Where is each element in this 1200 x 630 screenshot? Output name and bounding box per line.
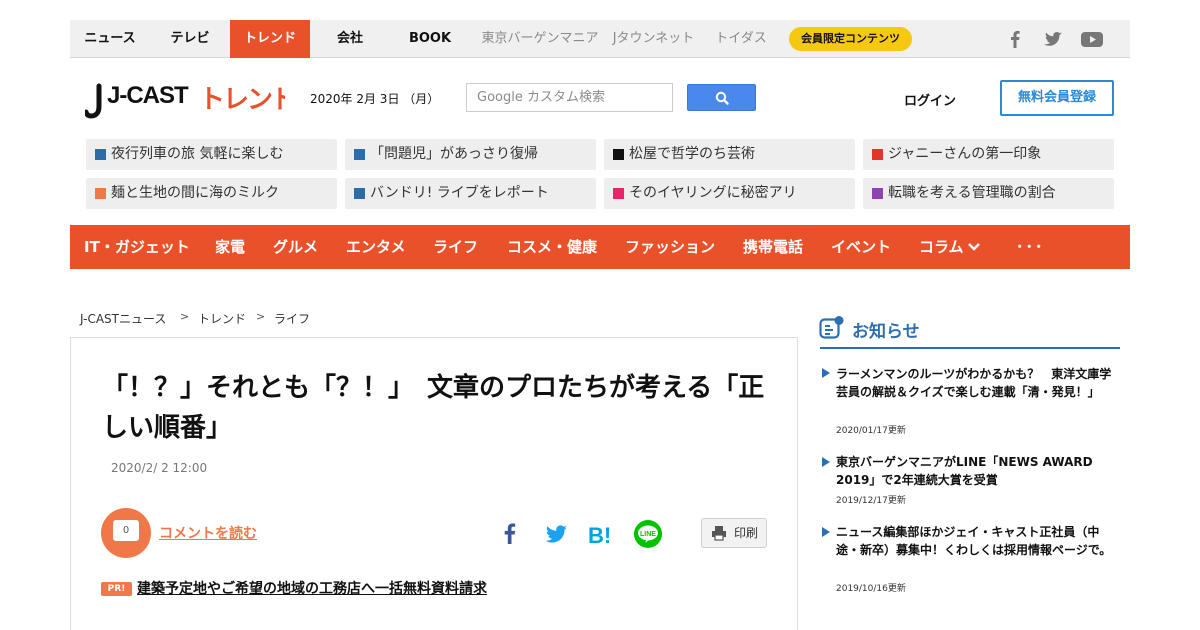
search-button[interactable] [687,84,756,111]
cat-life[interactable]: ライフ [433,225,478,269]
topic-label: バンドリ! ライブをレポート [370,185,549,201]
topic-marker [95,149,106,160]
topic-marker [354,149,365,160]
topic-tile[interactable]: 麺と生地の間に海のミルク [86,178,337,209]
line-share-icon[interactable]: LINE [633,519,663,549]
nav-jtown[interactable]: Jタウンネット [606,20,701,58]
topic-label: 麺と生地の間に海のミルク [111,185,279,201]
printer-icon [712,526,726,541]
comment-link[interactable]: コメントを読む [159,523,257,543]
nav-company[interactable]: 会社 [310,20,390,58]
nav-book[interactable]: BOOK [390,20,470,58]
cat-column[interactable]: コラム [919,225,964,269]
breadcrumb-item[interactable]: J-CASTニュース [80,310,166,327]
nav-news[interactable]: ニュース [70,20,150,58]
breadcrumb-item[interactable]: トレンド [198,310,246,327]
breadcrumb-separator: > [180,310,190,323]
topic-marker [872,149,883,160]
topic-tile[interactable]: そのイヤリングに秘密アリ [604,178,855,209]
nav-bargain[interactable]: 東京バーゲンマニア [475,20,605,58]
member-contents-button[interactable]: 会員限定コンテンツ [789,27,912,51]
login-link[interactable]: ログイン [904,90,956,109]
topic-tile[interactable]: 松屋で哲学のち芸術 [604,139,855,170]
print-button[interactable]: 印刷 [701,518,767,548]
search-input[interactable]: Google カスタム検索 [466,83,673,112]
arrow-right-icon [822,368,830,378]
notice-item-link[interactable]: 東京バーゲンマニアがLINE「NEWS AWARD 2019」で2年連続大賞を受… [836,453,1116,489]
facebook-share-icon[interactable] [495,519,525,549]
notice-item-date: 2019/12/17更新 [836,496,906,506]
topic-label: 転職を考える管理職の割合 [888,185,1056,201]
notice-item-date: 2019/10/16更新 [836,584,906,594]
search-icon [715,91,729,105]
notice-item-date: 2020/01/17更新 [836,426,906,436]
twitter-icon[interactable] [1042,28,1064,50]
topic-marker [613,188,624,199]
notice-item-link[interactable]: ラーメンマンのルーツがわかるかも？ 東洋文庫学芸員の解説＆クイズで楽しむ連載「清… [836,365,1116,401]
arrow-right-icon [822,527,830,537]
topic-tile[interactable]: ジャニーさんの第一印象 [863,139,1114,170]
more-menu-button[interactable]: ･･･ [1016,225,1045,269]
topic-marker [354,188,365,199]
hatena-bookmark-icon[interactable]: B! [586,519,616,549]
topic-label: ジャニーさんの第一印象 [888,146,1042,162]
current-date: 2020年 2月 3日 （月） [310,92,440,106]
notices-title: お知らせ [852,322,920,342]
notice-item-link[interactable]: ニュース編集部ほかジェイ・キャスト正社員（中途・新卒）募集中！くわしくは採用情報… [836,523,1116,559]
topic-tile[interactable]: 「問題児」があっさり復帰 [345,139,596,170]
site-logo[interactable]: J-CAST トレンド [85,76,285,122]
arrow-right-icon [822,457,830,467]
topic-label: 「問題児」があっさり復帰 [370,146,538,162]
topic-marker [95,188,106,199]
breadcrumb-separator: > [256,310,266,323]
register-button[interactable]: 無料会員登録 [1000,80,1114,116]
notice-icon [819,316,844,339]
topic-tile[interactable]: バンドリ! ライブをレポート [345,178,596,209]
cat-fashion[interactable]: ファッション [625,225,715,269]
logo-sub-text: トレンド [199,85,285,115]
topic-marker [872,188,883,199]
cat-mobile[interactable]: 携帯電話 [743,225,803,269]
logo-main-text: J-CAST [107,82,189,109]
article-title: 「！？」それとも「？！」 文章のプロたちが考える「正しい順番」 [102,373,765,443]
breadcrumb-item[interactable]: ライフ [274,310,310,327]
chevron-down-icon[interactable] [967,242,981,252]
pr-link[interactable]: 建築予定地やご希望の地域の工務店へ一括無料資料請求 [137,578,487,598]
youtube-icon[interactable] [1080,28,1104,50]
topic-tile[interactable]: 転職を考える管理職の割合 [863,178,1114,209]
pr-badge: PR! [101,582,132,596]
cat-cosme-health[interactable]: コスメ・健康 [507,225,597,269]
svg-text:B!: B! [588,523,611,548]
topic-label: 松屋で哲学のち芸術 [629,146,755,162]
topic-tile[interactable]: 夜行列車の旅 気軽に楽しむ [86,139,337,170]
cat-appliances[interactable]: 家電 [215,225,245,269]
topic-label: そのイヤリングに秘密アリ [629,185,797,201]
nav-trend[interactable]: トレンド [230,20,310,58]
category-bar: IT・ガジェット 家電 グルメ エンタメ ライフ コスメ・健康 ファッション 携… [70,225,1130,269]
nav-toidas[interactable]: トイダス [706,20,776,58]
cat-gourmet[interactable]: グルメ [273,225,318,269]
svg-text:LINE: LINE [640,531,656,538]
notices-divider [820,347,1120,349]
topic-marker [613,149,624,160]
twitter-share-icon[interactable] [541,519,571,549]
cat-it-gadget[interactable]: IT・ガジェット [84,225,190,269]
cat-entertainment[interactable]: エンタメ [346,225,406,269]
article-date: 2020/2/ 2 12:00 [111,461,208,475]
comment-count: 0 [113,520,139,541]
top-nav: ニュース テレビ トレンド 会社 BOOK 東京バーゲンマニア Jタウンネット … [70,20,1130,58]
nav-tv[interactable]: テレビ [150,20,230,58]
cat-event[interactable]: イベント [831,225,891,269]
facebook-icon[interactable] [1004,28,1026,50]
print-label: 印刷 [734,526,759,540]
topic-label: 夜行列車の旅 気軽に楽しむ [111,146,284,162]
